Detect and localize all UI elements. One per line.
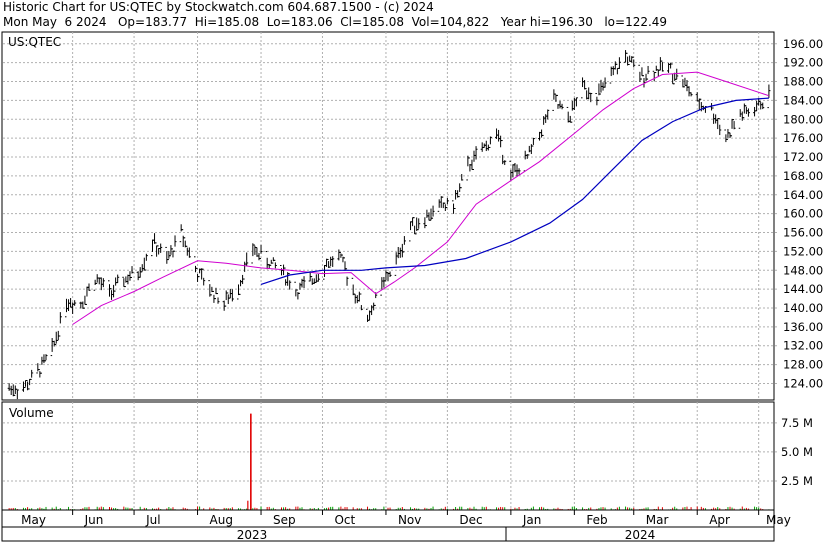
price-tick-label: 164.00 <box>783 188 823 202</box>
month-label: Jan <box>522 513 542 527</box>
stock-chart: 196.00 192.00 188.00 184.00 180.00 176.00 172.… <box>1 31 823 542</box>
month-label: May <box>21 513 46 527</box>
month-label: Mar <box>646 513 669 527</box>
month-label: Nov <box>398 513 421 527</box>
month-label: Dec <box>459 513 482 527</box>
price-tick-label: 128.00 <box>783 358 823 372</box>
month-label: Aug <box>210 513 233 527</box>
price-tick-label: 152.00 <box>783 244 823 258</box>
symbol-label: US:QTEC <box>8 35 61 49</box>
volume-tick-label: 2.5 M <box>781 474 813 488</box>
month-label: May <box>766 513 791 527</box>
volume-panel-frame <box>1 401 775 511</box>
price-tick-label: 176.00 <box>783 131 823 145</box>
price-tick-label: 148.00 <box>783 263 823 277</box>
month-label: Oct <box>334 513 355 527</box>
month-label: Jun <box>84 513 104 527</box>
price-tick-label: 180.00 <box>783 112 823 126</box>
price-tick-label: 144.00 <box>783 282 823 296</box>
month-axis-labels: May Jun Jul Aug Sep Oct Nov Dec Jan Feb Mar Apr May <box>21 513 791 527</box>
price-tick-label: 156.00 <box>783 226 823 240</box>
month-label: Sep <box>273 513 296 527</box>
volume-label: Volume <box>9 406 54 420</box>
price-tick-label: 160.00 <box>783 207 823 221</box>
month-label: Jul <box>145 513 160 527</box>
price-tick-label: 124.00 <box>783 376 823 390</box>
price-tick-label: 140.00 <box>783 301 823 315</box>
price-tick-label: 132.00 <box>783 339 823 353</box>
price-tick-label: 184.00 <box>783 93 823 107</box>
volume-tick-label: 7.5 M <box>781 416 813 430</box>
price-tick-label: 136.00 <box>783 320 823 334</box>
year-label-2023: 2023 <box>237 528 268 542</box>
price-tick-label: 196.00 <box>783 37 823 51</box>
price-tick-label: 168.00 <box>783 169 823 183</box>
year-label-2024: 2024 <box>625 528 656 542</box>
month-label: Feb <box>586 513 607 527</box>
price-tick-label: 172.00 <box>783 150 823 164</box>
price-panel-frame <box>1 31 775 401</box>
price-tick-label: 192.00 <box>783 56 823 70</box>
volume-axis-labels: 7.5 M 5.0 M 2.5 M <box>781 416 813 488</box>
price-tick-label: 188.00 <box>783 75 823 89</box>
volume-tick-label: 5.0 M <box>781 445 813 459</box>
month-label: Apr <box>709 513 730 527</box>
price-axis-labels: 196.00 192.00 188.00 184.00 180.00 176.00 172.… <box>783 37 823 391</box>
